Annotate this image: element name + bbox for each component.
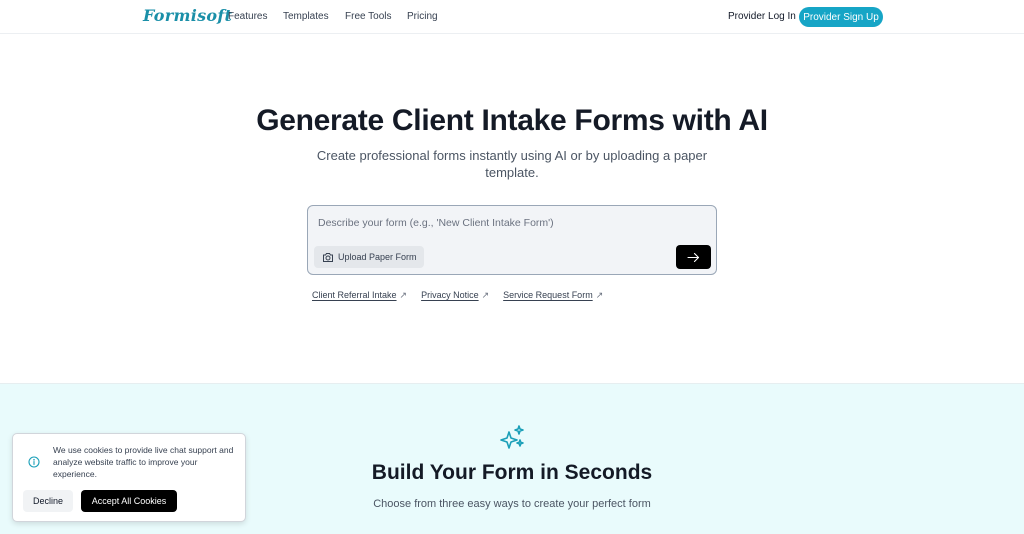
suggestion-privacy-notice[interactable]: Privacy Notice ↗: [421, 290, 489, 301]
sparkles-icon: [500, 425, 524, 449]
cookie-message: We use cookies to provide live chat supp…: [53, 445, 234, 479]
accept-cookies-button[interactable]: Accept All Cookies: [81, 490, 177, 512]
nav-link-features[interactable]: Features: [228, 11, 267, 22]
suggestion-label: Client Referral Intake: [312, 290, 397, 300]
arrow-right-icon: [687, 252, 700, 262]
provider-login-link[interactable]: Provider Log In: [728, 11, 796, 22]
external-arrow-icon: ↗: [481, 290, 490, 300]
suggestion-links: Client Referral Intake ↗ Privacy Notice ↗ …: [312, 290, 617, 301]
info-icon: [28, 456, 40, 468]
form-description-input[interactable]: [318, 215, 698, 231]
decline-cookies-button[interactable]: Decline: [23, 490, 73, 512]
provider-signup-button[interactable]: Provider Sign Up: [799, 7, 883, 27]
logo[interactable]: Formisoft: [143, 6, 232, 25]
nav-link-templates[interactable]: Templates: [283, 11, 329, 22]
external-arrow-icon: ↗: [399, 290, 408, 300]
top-nav: Formisoft Features Templates Free Tools …: [0, 0, 1024, 34]
form-prompt-box: Upload Paper Form: [307, 205, 717, 275]
upload-button-label: Upload Paper Form: [338, 252, 417, 262]
suggestion-label: Privacy Notice: [421, 290, 479, 300]
cookie-banner: We use cookies to provide live chat supp…: [12, 433, 246, 522]
external-arrow-icon: ↗: [595, 290, 604, 300]
suggestion-client-referral-intake[interactable]: Client Referral Intake ↗: [312, 290, 407, 301]
hero-subtitle: Create professional forms instantly usin…: [316, 148, 708, 180]
suggestion-label: Service Request Form: [503, 290, 593, 300]
nav-link-pricing[interactable]: Pricing: [407, 11, 438, 22]
generate-submit-button[interactable]: [676, 245, 711, 269]
hero-section: Generate Client Intake Forms with AI Cre…: [0, 34, 1024, 384]
camera-icon: [323, 252, 333, 262]
nav-links: Features Templates Free Tools Pricing: [228, 11, 458, 22]
suggestion-service-request-form[interactable]: Service Request Form ↗: [503, 290, 603, 301]
nav-link-free-tools[interactable]: Free Tools: [345, 11, 392, 22]
upload-paper-form-button[interactable]: Upload Paper Form: [314, 246, 424, 268]
hero-title: Generate Client Intake Forms with AI: [256, 104, 768, 137]
